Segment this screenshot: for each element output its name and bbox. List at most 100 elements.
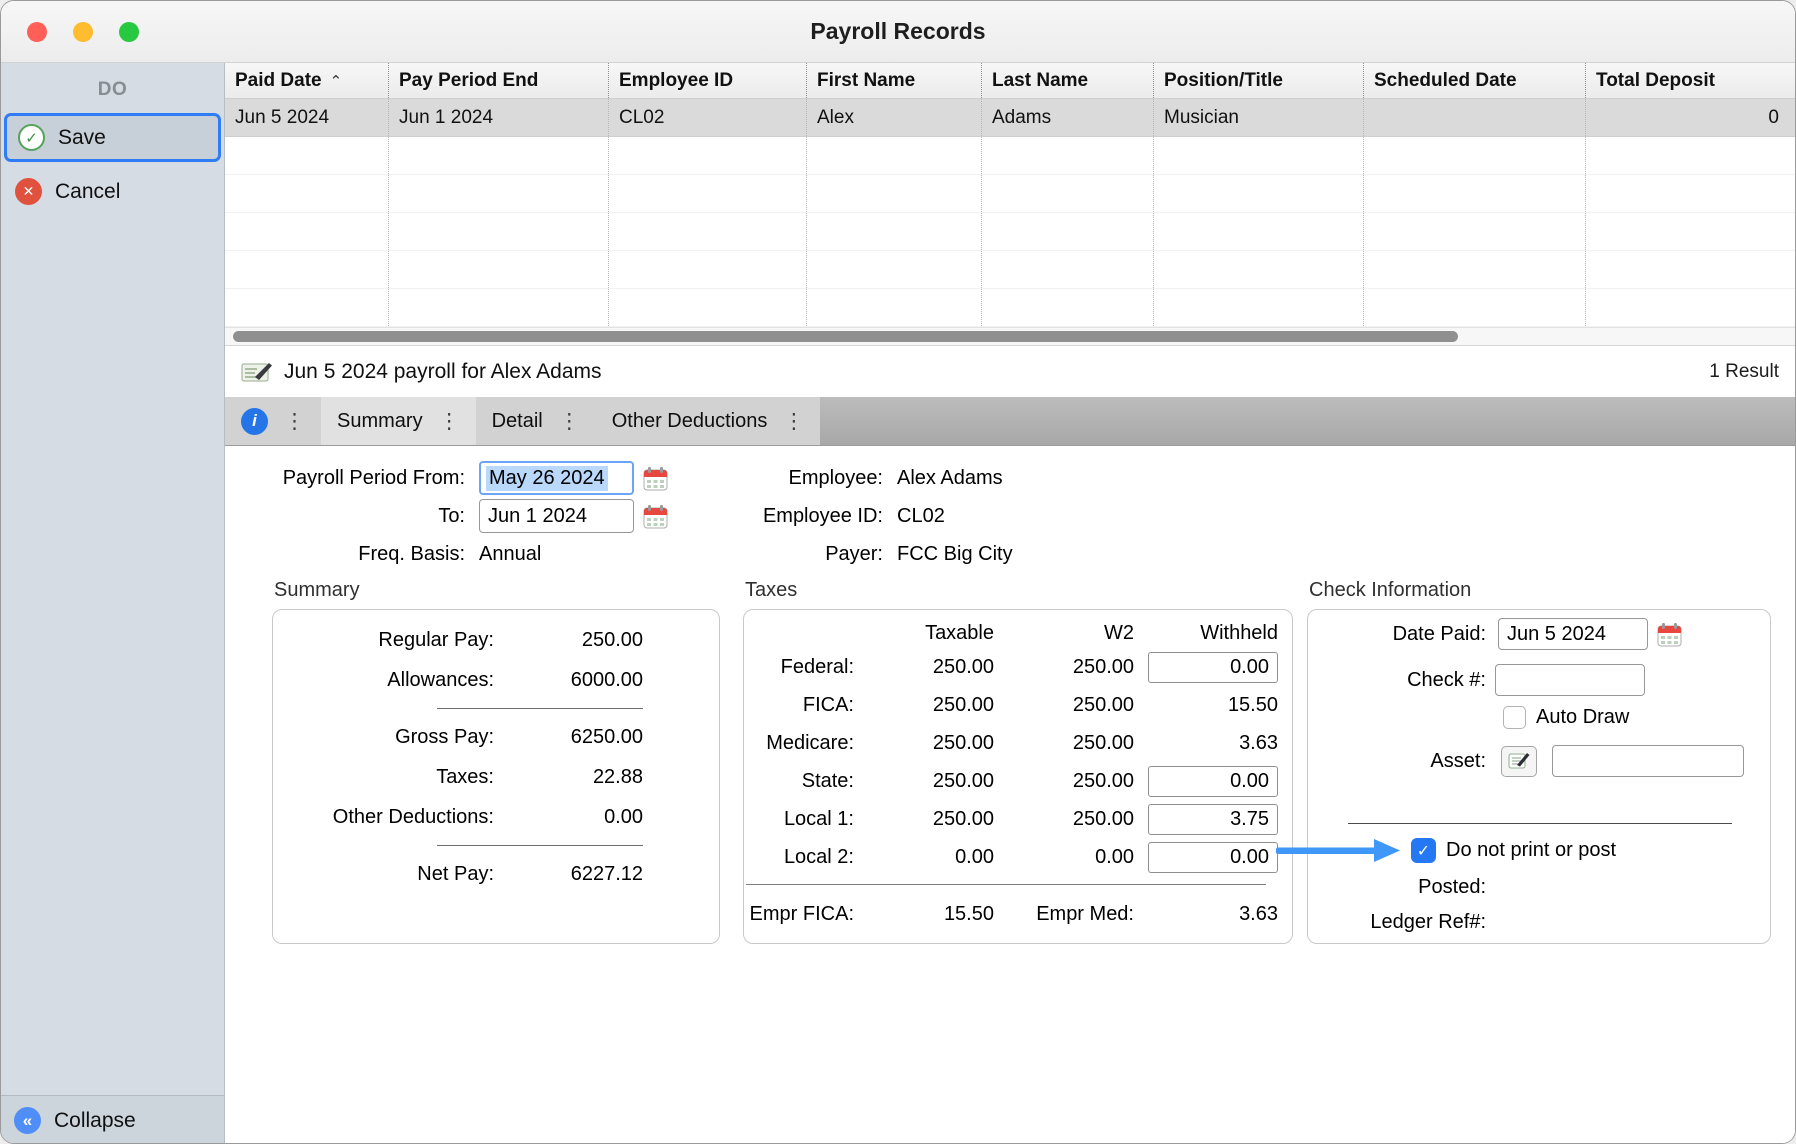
cell-last-name: Adams — [982, 99, 1154, 136]
column-header-employee-id[interactable]: Employee ID — [609, 63, 807, 98]
auto-draw-checkbox[interactable] — [1503, 706, 1526, 729]
table-row-selected[interactable]: Jun 5 2024 Jun 1 2024 CL02 Alex Adams Mu… — [225, 99, 1795, 137]
withheld-column-header: Withheld — [1134, 622, 1278, 645]
summary-panel: Payroll Period From: May 26 2024 — [225, 446, 1795, 1144]
employee-label: Employee: — [655, 467, 883, 490]
column-header-scheduled-date[interactable]: Scheduled Date — [1364, 63, 1586, 98]
minimize-button[interactable] — [73, 22, 93, 42]
horizontal-scrollbar[interactable] — [225, 327, 1795, 345]
tax-row-fica: FICA: 250.00 250.00 15.50 — [744, 686, 1276, 724]
empr-med-label: Empr Med: — [994, 903, 1134, 926]
freq-basis-label: Freq. Basis: — [225, 543, 465, 566]
regular-pay-label: Regular Pay: — [273, 629, 494, 652]
column-header-first-name[interactable]: First Name — [807, 63, 982, 98]
scrollbar-thumb[interactable] — [233, 331, 1458, 342]
sidebar: DO ✓ Save ✕ Cancel « Collapse — [1, 63, 225, 1144]
asset-input[interactable] — [1552, 745, 1744, 777]
collapse-button[interactable]: « Collapse — [1, 1095, 224, 1144]
local1-withheld-input[interactable] — [1148, 804, 1278, 835]
record-header: Jun 5 2024 payroll for Alex Adams 1 Resu… — [225, 345, 1795, 397]
empr-fica-label: Empr FICA: — [746, 903, 854, 926]
summary-group-box: Regular Pay:250.00 Allowances:6000.00 Gr… — [272, 609, 720, 944]
context-menu-dots-icon[interactable]: ⋮ — [439, 411, 460, 432]
do-not-print-label: Do not print or post — [1446, 839, 1616, 862]
ledger-ref-label: Ledger Ref#: — [1308, 911, 1486, 934]
title-bar: Payroll Records — [1, 1, 1795, 63]
column-header-paid-date[interactable]: Paid Date ⌃ — [225, 63, 389, 98]
calendar-icon[interactable] — [1656, 621, 1683, 648]
medicare-withheld-value: 3.63 — [1134, 732, 1278, 755]
employee-id-label: Employee ID: — [655, 505, 883, 528]
other-deductions-label: Other Deductions: — [273, 806, 494, 829]
tab-bar-filler — [820, 397, 1795, 445]
column-header-last-name[interactable]: Last Name — [982, 63, 1154, 98]
save-button[interactable]: ✓ Save — [4, 113, 221, 162]
table-header-row: Paid Date ⌃ Pay Period End Employee ID F… — [225, 63, 1795, 99]
column-header-pay-period-end[interactable]: Pay Period End — [389, 63, 609, 98]
context-menu-dots-icon[interactable]: ⋮ — [783, 411, 804, 432]
empr-med-value: 3.63 — [1134, 903, 1278, 926]
tab-bar: i ⋮ Summary ⋮ Detail ⋮ Other Deductions … — [225, 397, 1795, 446]
info-tab-button[interactable]: i ⋮ — [225, 397, 321, 445]
net-pay-value: 6227.12 — [494, 863, 643, 886]
allowances-label: Allowances: — [273, 669, 494, 692]
tab-detail-label: Detail — [492, 410, 543, 433]
taxes-group-box: Taxable W2 Withheld Federal: 250.00 250.… — [743, 609, 1293, 944]
tab-other-deductions-label: Other Deductions — [612, 410, 768, 433]
do-not-print-checkbox[interactable] — [1411, 838, 1436, 863]
other-deductions-value: 0.00 — [494, 806, 643, 829]
column-header-total-deposit[interactable]: Total Deposit — [1586, 63, 1795, 98]
selected-text: May 26 2024 — [486, 466, 608, 491]
date-paid-label: Date Paid: — [1308, 623, 1486, 646]
column-header-position-title[interactable]: Position/Title — [1154, 63, 1364, 98]
payer-value: FCC Big City — [897, 543, 1013, 566]
info-icon[interactable]: i — [241, 408, 268, 435]
federal-withheld-input[interactable] — [1148, 652, 1278, 683]
divider — [437, 708, 643, 709]
close-button[interactable] — [27, 22, 47, 42]
traffic-lights — [27, 1, 139, 62]
asset-label: Asset: — [1308, 750, 1486, 773]
regular-pay-value: 250.00 — [494, 629, 643, 652]
check-number-input[interactable] — [1495, 664, 1645, 696]
period-from-label: Payroll Period From: — [225, 467, 465, 490]
employee-value: Alex Adams — [897, 467, 1003, 490]
asset-picker-button[interactable] — [1501, 746, 1537, 777]
window-title: Payroll Records — [810, 18, 985, 45]
annotation-arrow — [1276, 837, 1400, 864]
x-circle-icon: ✕ — [15, 178, 42, 205]
cell-paid-date: Jun 5 2024 — [225, 99, 389, 136]
cancel-button[interactable]: ✕ Cancel — [1, 168, 224, 215]
divider — [437, 845, 643, 846]
tax-row-local1: Local 1: 250.00 250.00 — [744, 800, 1276, 838]
payroll-table: Paid Date ⌃ Pay Period End Employee ID F… — [225, 63, 1795, 345]
sort-ascending-icon: ⌃ — [330, 72, 343, 90]
date-paid-input[interactable] — [1498, 618, 1648, 650]
payroll-period-from-input[interactable]: May 26 2024 — [479, 461, 634, 495]
local2-withheld-input[interactable] — [1148, 842, 1278, 873]
taxes-label: Taxes: — [273, 766, 494, 789]
divider — [1348, 823, 1732, 824]
tax-row-local2: Local 2: 0.00 0.00 — [744, 838, 1276, 876]
gross-pay-label: Gross Pay: — [273, 726, 494, 749]
state-withheld-input[interactable] — [1148, 766, 1278, 797]
tab-other-deductions[interactable]: Other Deductions ⋮ — [596, 397, 821, 445]
taxes-group-title: Taxes — [745, 579, 797, 602]
tab-detail[interactable]: Detail ⋮ — [476, 397, 596, 445]
gross-pay-value: 6250.00 — [494, 726, 643, 749]
payroll-period-to-input[interactable] — [479, 499, 634, 533]
context-menu-dots-icon[interactable]: ⋮ — [284, 411, 305, 432]
tax-row-state: State: 250.00 250.00 — [744, 762, 1276, 800]
posted-label: Posted: — [1308, 876, 1486, 899]
net-pay-label: Net Pay: — [273, 863, 494, 886]
summary-group-title: Summary — [274, 579, 360, 602]
payer-label: Payer: — [655, 543, 883, 566]
cell-position: Musician — [1154, 99, 1364, 136]
context-menu-dots-icon[interactable]: ⋮ — [559, 411, 580, 432]
zoom-button[interactable] — [119, 22, 139, 42]
cell-total-deposit: 0 — [1586, 99, 1795, 136]
cell-employee-id: CL02 — [609, 99, 807, 136]
employer-taxes-footer: Empr FICA: 15.50 Empr Med: 3.63 — [746, 884, 1266, 934]
cell-pay-period-end: Jun 1 2024 — [389, 99, 609, 136]
tab-summary[interactable]: Summary ⋮ — [321, 397, 476, 445]
